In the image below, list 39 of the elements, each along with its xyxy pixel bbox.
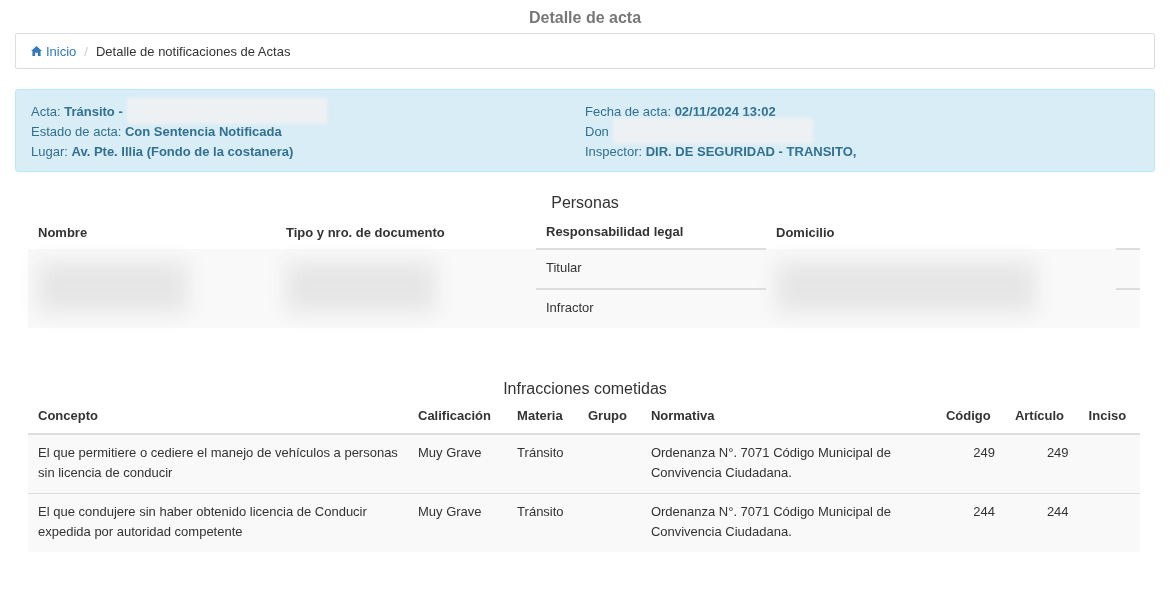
table-cell: Muy Grave (418, 445, 482, 460)
field-text: Inspector: DIR. DE SEGURIDAD - TRANSITO, (585, 143, 857, 159)
column-header: Inciso (1088, 408, 1127, 423)
table-cell: Muy Grave (418, 504, 482, 519)
field-text: Lugar: Av. Pte. Illia (Fondo de la costanera) (31, 143, 294, 159)
column-header: Materia (517, 408, 563, 423)
table-cell: 244 (1046, 504, 1069, 519)
breadcrumb-link[interactable]: Inicio (31, 43, 77, 59)
breadcrumb-separator: / (84, 43, 88, 59)
column-header: Responsabilidad legal (546, 224, 684, 239)
table-cell: Tránsito (517, 504, 564, 519)
page-title: Detalle de acta (527, 8, 643, 28)
field-text: Acta: Tránsito - (31, 103, 123, 119)
table-cell: Tránsito (517, 445, 564, 460)
field-text: Fecha de acta: 02/11/2024 13:02 (585, 103, 776, 119)
field-text: Estado de acta: Con Sentencia Notificada (31, 123, 282, 139)
table-cell: El que condujere sin haber obtenido licencia de Conducir expedida por autoridad competente (38, 504, 367, 539)
column-header: Código (945, 408, 991, 423)
table-cell: Ordenanza N°. 7071 Código Municipal de Convivencia Ciudadana. (650, 504, 891, 539)
field-text: Don (585, 123, 609, 139)
table-cell: Titular (546, 260, 582, 275)
section-heading: Personas (550, 194, 620, 213)
breadcrumb-current: Detalle de notificaciones de Actas (96, 43, 291, 59)
table-cell: 249 (973, 445, 995, 460)
table-cell: 249 (1046, 445, 1069, 460)
table-cell: Infractor (546, 300, 594, 315)
table-cell: 244 (973, 504, 995, 519)
section-heading: Infracciones cometidas (502, 380, 668, 399)
column-header: Calificación (418, 408, 491, 423)
column-header: Artículo (1014, 408, 1065, 423)
column-header: Domicilio (776, 224, 835, 240)
column-header: Nombre (38, 224, 88, 240)
table-cell: El que permitiere o cediere el manejo de vehículos a personas sin licencia de conducir (38, 445, 398, 480)
column-header: Normativa (650, 408, 715, 423)
column-header: Tipo y nro. de documento (286, 224, 445, 240)
column-header: Concepto (38, 408, 98, 423)
home-icon (31, 46, 42, 56)
table-cell: Ordenanza N°. 7071 Código Municipal de Convivencia Ciudadana. (650, 445, 891, 480)
column-header: Grupo (588, 408, 627, 423)
